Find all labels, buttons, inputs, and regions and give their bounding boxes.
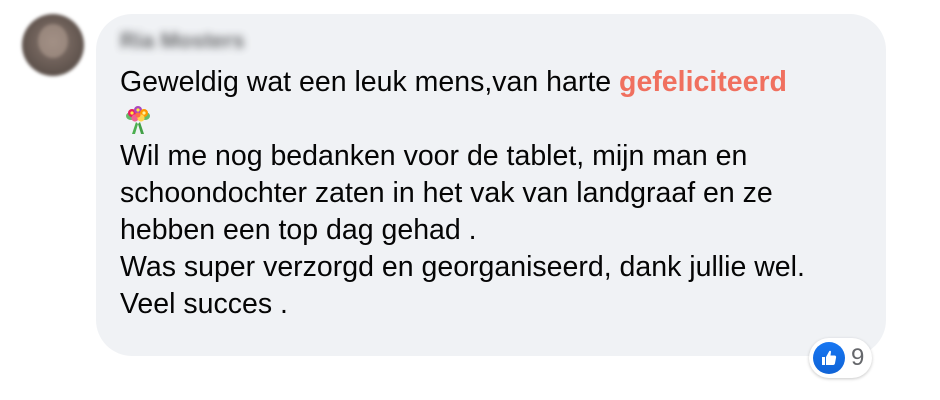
emoji-line	[120, 101, 880, 138]
comment-line-6: Veel succes .	[120, 288, 288, 320]
reaction-summary[interactable]: 9	[809, 338, 873, 378]
comment-bubble: Ria Mosters Geweldig wat een leuk mens,v…	[96, 14, 886, 356]
avatar[interactable]	[22, 14, 84, 76]
comment-line-1: Geweldig wat een leuk mens,van harte gef…	[120, 64, 880, 101]
comment-text: Geweldig wat een leuk mens,van harte gef…	[120, 64, 880, 323]
reaction-count: 9	[851, 344, 865, 371]
comment-thread: Ria Mosters Geweldig wat een leuk mens,v…	[0, 0, 940, 400]
bouquet-icon	[126, 106, 150, 134]
thumbs-up-icon	[822, 350, 837, 365]
comment-line-4: hebben een top dag gehad .	[120, 214, 477, 246]
comment-line-5: Was super verzorgd en georganiseerd, dan…	[120, 251, 805, 283]
author-name[interactable]: Ria Mosters	[120, 28, 245, 54]
comment-line-3: schoondochter zaten in het vak van landg…	[120, 177, 773, 209]
mention-tag[interactable]: gefeliciteerd	[619, 66, 787, 98]
comment-line-1-text: Geweldig wat een leuk mens,van harte	[120, 66, 612, 98]
comment-line-2: Wil me nog bedanken voor de tablet, mijn…	[120, 140, 748, 172]
like-icon	[813, 342, 845, 374]
